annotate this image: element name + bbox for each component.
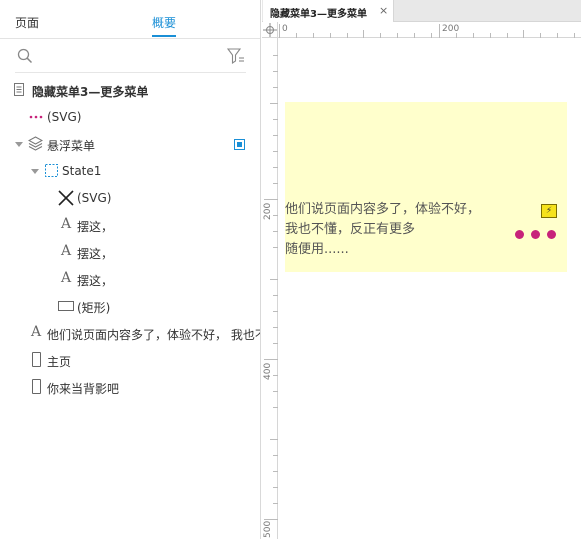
tree-item-label: 隐藏菜单3—更多菜单 [32,85,149,99]
tree-item-state[interactable]: State1 [0,161,260,181]
ruler-label: 200 [442,24,460,34]
placeholder-icon [32,379,41,394]
note-text[interactable]: 他们说页面内容多了，体验不好， 我也不懂，反正有更多 随便用...... [285,200,505,260]
tree-item-label: (SVG) [47,110,82,124]
close-x-icon [58,190,74,206]
layers-icon [28,136,43,151]
tree-item-text[interactable]: A 摆这， [0,215,260,235]
ruler-label: 500 [263,520,273,538]
vertical-ruler: 200 400 500 [262,38,278,539]
rectangle-icon [58,301,74,311]
close-tab-icon[interactable]: × [379,4,388,17]
text-icon: A [61,270,72,286]
tree-item-placeholder[interactable]: 主页 [0,350,260,370]
expand-caret-icon[interactable] [15,142,23,147]
filter-icon[interactable] [227,48,245,64]
ruler-ticks [279,24,575,38]
more-dot[interactable] [547,230,556,239]
horizontal-ruler: 0 200 [262,22,581,38]
tree-item-label: 你来当背影吧 [47,382,120,396]
tree-item-label: 摆这， [77,274,114,288]
state-icon [45,164,58,177]
tree-item-label: 悬浮菜单 [47,139,96,153]
tree-item-label: (矩形) [77,301,111,315]
document-tab-bar: 隐藏菜单3—更多菜单 × [262,0,581,22]
tree-item-svg-close[interactable]: (SVG) [0,188,260,208]
text-icon: A [61,216,72,232]
outline-panel: 页面 概要 隐藏菜单3—更多菜单 (SVG) 悬浮菜单 State1 (SVG)… [0,0,261,539]
tab-outline[interactable]: 概要 [152,14,176,31]
tree-item-svg[interactable]: (SVG) [0,107,260,127]
ruler-label: 0 [282,24,288,34]
crosshair-icon [263,23,277,37]
page-icon [14,83,24,96]
lightning-icon[interactable]: ⚡ [541,204,557,218]
text-icon: A [61,243,72,259]
tab-pages[interactable]: 页面 [15,14,39,31]
tree-item-text[interactable]: A 摆这， [0,242,260,262]
tree-item-label: State1 [62,164,102,178]
ruler-label: 200 [263,202,273,220]
more-dots-icon [29,115,43,119]
design-canvas-panel: 隐藏菜单3—更多菜单 × 0 200 200 400 500 他们说页面内容多了… [262,0,581,539]
placeholder-icon [32,352,41,367]
ruler-ticks [264,55,278,520]
tree-item-rectangle[interactable]: (矩形) [0,296,260,316]
search-icon[interactable] [17,48,33,64]
search-bar[interactable] [15,40,246,73]
tree-item-placeholder[interactable]: 你来当背影吧 [0,377,260,397]
more-dot[interactable] [531,230,540,239]
tree-item-dynamic-panel[interactable]: 悬浮菜单 [0,134,260,154]
tree-item-text[interactable]: A 他们说页面内容多了，体验不好， 我也不 [0,323,261,343]
tree-item-text[interactable]: A 摆这， [0,269,260,289]
active-tab-indicator [152,35,176,37]
panel-tabs: 页面 概要 [0,0,260,39]
tree-item-label: 主页 [47,355,72,369]
tree-item-label: (SVG) [77,191,112,205]
tree-item-label: 摆这， [77,247,114,261]
tree-item-label: 摆这， [77,220,114,234]
hover-menu-panel[interactable]: 他们说页面内容多了，体验不好， 我也不懂，反正有更多 随便用...... ⚡ [285,102,567,272]
tree-item-label: 他们说页面内容多了，体验不好， 我也不 [47,328,261,342]
ruler-corner[interactable] [262,22,278,38]
ruler-label: 400 [263,362,273,380]
document-tab-label: 隐藏菜单3—更多菜单 [270,9,367,20]
more-dot[interactable] [515,230,524,239]
text-icon: A [31,324,42,340]
tree-item-page[interactable]: 隐藏菜单3—更多菜单 [0,80,260,100]
document-tab[interactable]: 隐藏菜单3—更多菜单 × [263,0,394,22]
visibility-toggle-icon[interactable] [234,139,245,150]
design-canvas[interactable]: 他们说页面内容多了，体验不好， 我也不懂，反正有更多 随便用...... ⚡ [279,39,581,539]
expand-caret-icon[interactable] [31,169,39,174]
